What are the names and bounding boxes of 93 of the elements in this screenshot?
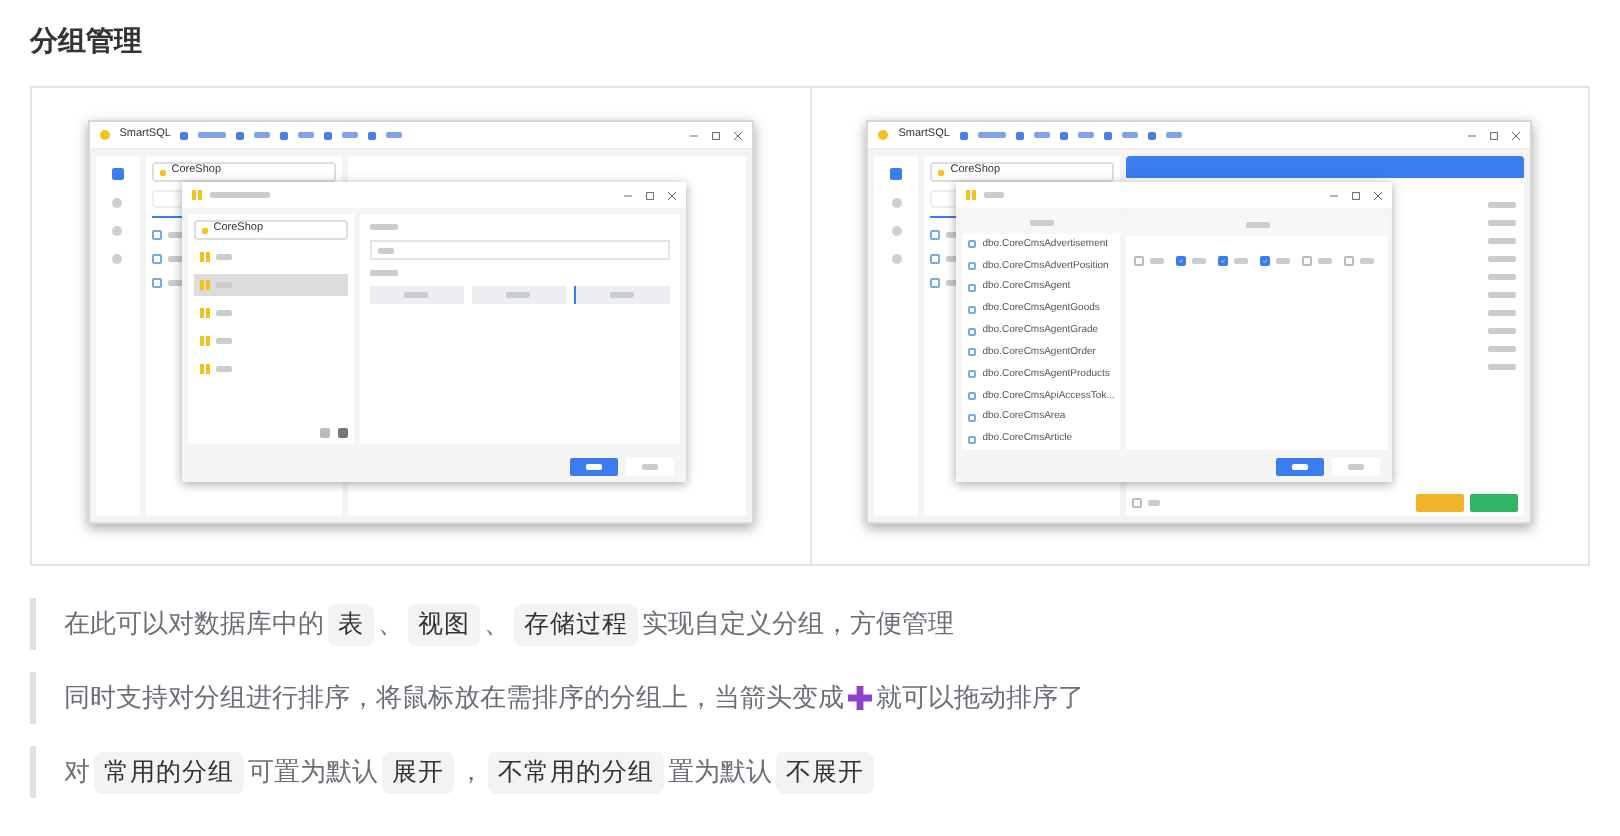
menu-icon[interactable]	[959, 131, 968, 139]
plus-icon	[846, 684, 874, 712]
table-icon	[151, 253, 162, 263]
code-tag: 不展开	[776, 751, 874, 793]
close-icon[interactable]	[667, 191, 676, 199]
code-tag: 不常用的分组	[488, 751, 664, 793]
blurred-label	[984, 192, 1005, 198]
close-icon[interactable]	[1374, 191, 1383, 199]
blurred-label	[369, 270, 398, 276]
blurred-label	[1148, 499, 1161, 505]
blurred-label	[1488, 202, 1517, 208]
input-field[interactable]	[369, 240, 670, 260]
blurred-label	[209, 192, 270, 198]
menu-icon[interactable]	[368, 131, 377, 139]
blurred-label	[1033, 132, 1050, 138]
blurred-label	[1165, 132, 1182, 138]
table-icon	[930, 253, 941, 263]
blurred-label	[1121, 132, 1138, 138]
sidebar-icon[interactable]	[111, 168, 124, 180]
note-text: 、	[378, 608, 404, 642]
note-text: 实现自定义分组，方便管理	[642, 608, 954, 642]
blurred-label	[1077, 132, 1094, 138]
code-tag: 展开	[382, 751, 454, 793]
group-button[interactable]	[1416, 493, 1465, 511]
section-title: 分组管理	[30, 24, 142, 62]
checkbox[interactable]	[1302, 256, 1313, 266]
minimize-icon[interactable]	[689, 131, 698, 139]
blurred-label	[1488, 220, 1517, 226]
note-text: 就可以拖动排序了	[876, 682, 1084, 716]
maximize-icon[interactable]	[1490, 131, 1499, 139]
note-text: 在此可以对数据库中的	[64, 608, 324, 642]
option-button[interactable]	[573, 286, 670, 304]
blurred-label	[977, 132, 1006, 138]
blurred-label	[1488, 256, 1517, 262]
blurred-label	[342, 132, 359, 138]
close-icon[interactable]	[733, 131, 742, 139]
blurred-label	[254, 132, 271, 138]
blurred-label	[1029, 220, 1054, 227]
blurred-label	[369, 224, 398, 230]
sidebar-icon[interactable]	[890, 168, 903, 180]
note-text: 同时支持对分组进行排序，将鼠标放在需排序的分组上，当箭头变成	[64, 682, 844, 716]
blurred-label	[1488, 364, 1517, 370]
maximize-icon[interactable]	[1352, 191, 1361, 199]
minimize-icon[interactable]	[623, 191, 632, 199]
checkbox[interactable]	[1260, 256, 1271, 266]
note-text: 可置为默认	[248, 756, 378, 790]
checkbox[interactable]	[1132, 497, 1143, 507]
menu-icon[interactable]	[1059, 131, 1068, 139]
table-icon	[930, 229, 941, 239]
blurred-label	[298, 132, 315, 138]
menu-icon[interactable]	[236, 131, 245, 139]
minimize-icon[interactable]	[1330, 191, 1339, 199]
menu-icon[interactable]	[1103, 131, 1112, 139]
maximize-icon[interactable]	[645, 191, 654, 199]
code-tag: 存储过程	[514, 603, 638, 645]
app-logo-icon	[878, 130, 889, 140]
menu-icon[interactable]	[180, 131, 189, 139]
menu-icon[interactable]	[1147, 131, 1156, 139]
save-button[interactable]	[569, 457, 618, 475]
checkbox[interactable]	[1176, 256, 1187, 266]
note-text: ，	[458, 756, 484, 790]
code-tag: 表	[328, 603, 374, 645]
maximize-icon[interactable]	[711, 131, 720, 139]
blurred-label	[1488, 238, 1517, 244]
checkbox[interactable]	[1218, 256, 1229, 266]
note-text: 、	[484, 608, 510, 642]
blurred-label	[1245, 222, 1270, 228]
note-text: 置为默认	[668, 756, 772, 790]
code-tag: 常用的分组	[94, 751, 244, 793]
minimize-icon[interactable]	[1468, 131, 1477, 139]
app-logo-icon	[99, 130, 110, 140]
checkbox[interactable]	[1344, 256, 1355, 266]
blurred-label	[1488, 328, 1517, 334]
close-icon[interactable]	[1512, 131, 1521, 139]
table-icon	[930, 277, 941, 287]
save-button[interactable]	[1276, 457, 1325, 475]
note-text: 对	[64, 756, 90, 790]
blurred-label	[198, 132, 227, 138]
blurred-label	[1488, 292, 1517, 298]
grid-icon	[966, 190, 977, 200]
export-button[interactable]	[1470, 493, 1519, 511]
menu-icon[interactable]	[280, 131, 289, 139]
table-icon	[151, 277, 162, 287]
menu-icon[interactable]	[324, 131, 333, 139]
table-icon	[151, 229, 162, 239]
menu-icon[interactable]	[1015, 131, 1024, 139]
blurred-label	[1488, 346, 1517, 352]
grid-icon	[191, 190, 202, 200]
code-tag: 视图	[408, 603, 480, 645]
blurred-label	[1488, 310, 1517, 316]
checkbox[interactable]	[1134, 256, 1145, 266]
blurred-label	[386, 132, 403, 138]
blurred-label	[1488, 274, 1517, 280]
